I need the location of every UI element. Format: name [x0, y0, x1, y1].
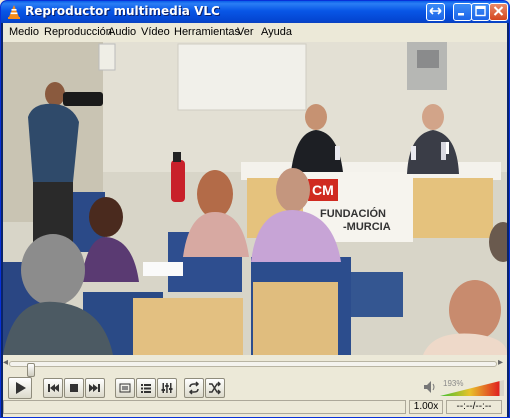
seek-right-arrow-icon[interactable]: ▸ [498, 357, 503, 368]
controls-panel: ◂ ▸ 193% 1.00x --:--/--:-- [3, 355, 507, 417]
minimize-button[interactable] [453, 3, 472, 21]
seek-handle[interactable] [27, 363, 35, 377]
maximize-button[interactable] [471, 3, 490, 21]
menu-video[interactable]: Vídeo [141, 26, 170, 38]
play-icon [16, 382, 26, 394]
next-icon [89, 384, 100, 392]
stop-icon [70, 384, 78, 392]
vlc-cone-icon [8, 5, 20, 19]
seek-left-arrow-icon[interactable]: ◂ [3, 357, 8, 368]
loop-button[interactable] [184, 378, 204, 398]
video-area[interactable]: CM FUNDACIÓN -MURCIA [3, 42, 507, 355]
play-button[interactable] [8, 377, 32, 399]
previous-button[interactable] [43, 378, 63, 398]
restore-swap-button[interactable] [426, 3, 445, 21]
video-banner-text-2: -MURCIA [343, 221, 391, 233]
volume-slider[interactable] [440, 379, 506, 397]
seek-bar[interactable] [9, 361, 497, 377]
window-title: Reproductor multimedia VLC [25, 4, 220, 18]
menu-ver[interactable]: Ver [237, 26, 254, 38]
menu-audio[interactable]: Audio [108, 26, 136, 38]
speaker-icon[interactable] [423, 380, 437, 394]
menu-reproduccion[interactable]: Reproducción [44, 26, 112, 38]
time-display[interactable]: --:--/--:-- [446, 400, 502, 414]
fullscreen-button[interactable] [115, 378, 135, 398]
close-button[interactable] [489, 3, 508, 21]
equalizer-icon [161, 383, 173, 393]
fullscreen-icon [119, 383, 131, 393]
video-frame: CM FUNDACIÓN -MURCIA [3, 42, 507, 355]
title-bar[interactable]: Reproductor multimedia VLC [1, 1, 509, 23]
video-banner-text: FUNDACIÓN [320, 207, 386, 220]
menu-ayuda[interactable]: Ayuda [261, 26, 292, 38]
playback-speed[interactable]: 1.00x [409, 400, 443, 414]
shuffle-icon [209, 381, 221, 395]
vlc-window: Reproductor multimedia VLC Medio Reprodu… [0, 0, 510, 418]
menu-bar: Medio Reproducción Audio Vídeo Herramien… [3, 23, 507, 42]
maximize-icon [475, 5, 486, 17]
minimize-icon [458, 13, 464, 16]
next-button[interactable] [85, 378, 105, 398]
restore-swap-icon [429, 7, 442, 15]
extended-settings-button[interactable] [157, 378, 177, 398]
loop-icon [188, 381, 200, 395]
menu-herramientas[interactable]: Herramientas [174, 26, 240, 38]
playlist-icon [141, 384, 151, 393]
status-message [3, 400, 406, 414]
close-icon [493, 6, 504, 16]
previous-icon [48, 384, 59, 392]
video-logo-text: CM [312, 182, 334, 198]
stop-button[interactable] [64, 378, 84, 398]
playlist-button[interactable] [136, 378, 156, 398]
menu-medio[interactable]: Medio [9, 26, 39, 38]
shuffle-button[interactable] [205, 378, 225, 398]
